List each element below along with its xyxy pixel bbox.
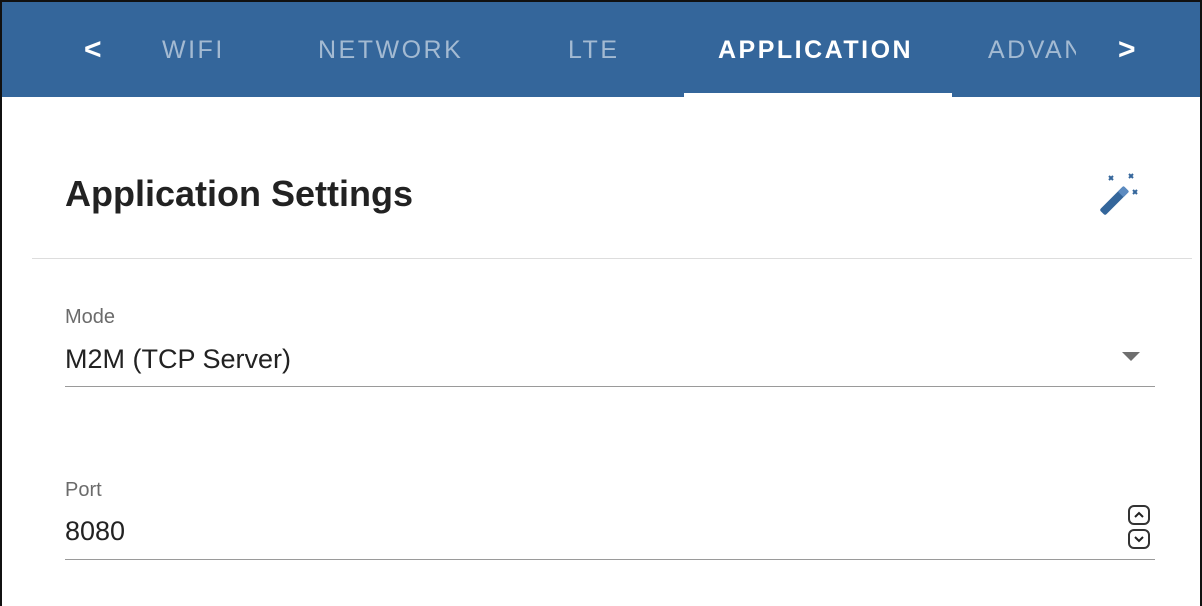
port-underline: [65, 559, 1155, 560]
tab-network[interactable]: NETWORK: [318, 32, 463, 68]
tabs-next-arrow-icon[interactable]: >: [1118, 30, 1136, 70]
tab-advanced[interactable]: ADVANCED: [988, 32, 1076, 68]
chevron-down-icon[interactable]: [1122, 352, 1140, 361]
stepper-up-icon[interactable]: [1128, 505, 1150, 525]
stepper-down-icon[interactable]: [1128, 529, 1150, 549]
tab-wifi[interactable]: WIFI: [162, 32, 225, 68]
tab-bar: < WIFI NETWORK LTE APPLICATION ADVANCED …: [2, 2, 1200, 97]
card-title: Application Settings: [65, 173, 414, 214]
tab-lte[interactable]: LTE: [568, 32, 620, 68]
mode-label: Mode: [65, 306, 116, 328]
tabs-prev-arrow-icon[interactable]: <: [84, 30, 102, 70]
port-label: Port: [65, 479, 102, 501]
mode-underline: [65, 386, 1155, 387]
port-stepper: [1128, 505, 1156, 551]
active-tab-indicator: [684, 93, 952, 97]
card-header-divider: [32, 258, 1192, 259]
port-input[interactable]: [65, 507, 1115, 559]
magic-wand-icon[interactable]: [1095, 170, 1141, 216]
tab-application[interactable]: APPLICATION: [718, 32, 913, 68]
mode-select-value: M2M (TCP Server): [65, 344, 292, 374]
port-input-value: 8080: [65, 516, 126, 546]
app-window: < WIFI NETWORK LTE APPLICATION ADVANCED …: [0, 0, 1202, 606]
